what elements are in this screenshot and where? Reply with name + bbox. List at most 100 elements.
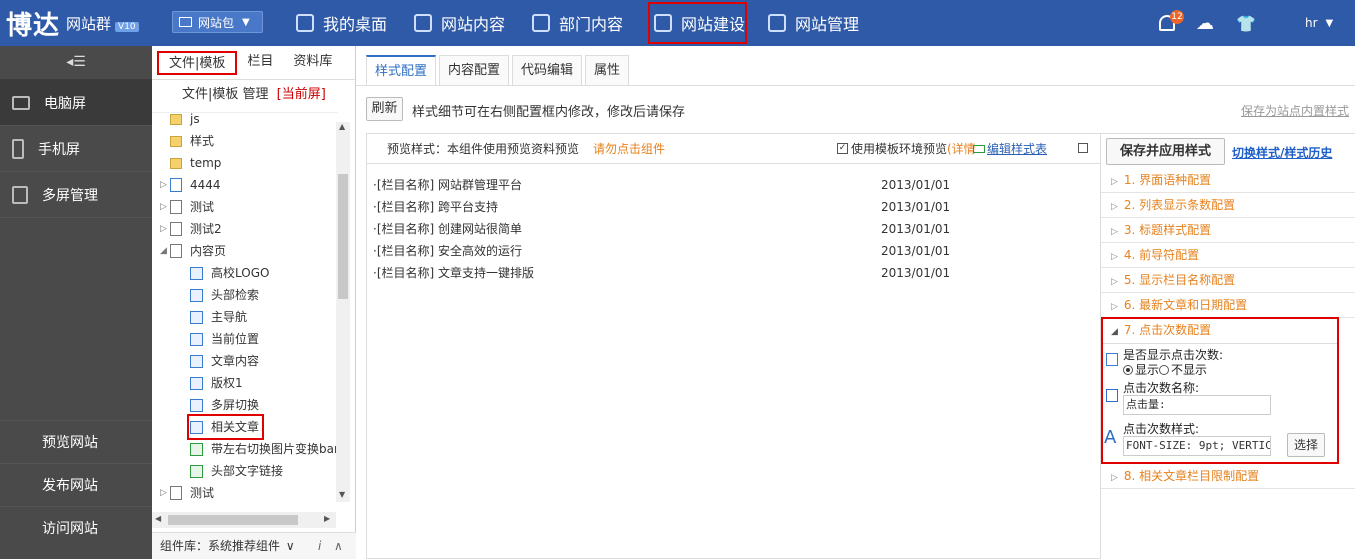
click-count-name-input[interactable]: 点击量: bbox=[1123, 395, 1271, 415]
collapse-icon[interactable]: ◢ bbox=[160, 241, 170, 261]
scroll-left-icon[interactable]: ◀ bbox=[155, 514, 161, 523]
nav-site-build[interactable]: 网站建设 bbox=[648, 2, 747, 44]
expand-icon[interactable]: ▷ bbox=[160, 175, 170, 195]
detail-link[interactable]: (详情 bbox=[947, 134, 976, 164]
tree-node[interactable]: ▷ 测试2 bbox=[160, 219, 222, 239]
sidebar-item-preview-site[interactable]: 预览网站 bbox=[0, 420, 152, 463]
sidebar-item-pc-screen[interactable]: 电脑屏 bbox=[0, 80, 152, 126]
page-icon bbox=[170, 244, 182, 258]
config-section-list-count[interactable]: ▷ 2. 列表显示条数配置 bbox=[1101, 193, 1355, 218]
sidebar-item-label: 发布网站 bbox=[42, 478, 98, 494]
config-section-column-name[interactable]: ▷ 5. 显示栏目名称配置 bbox=[1101, 268, 1355, 293]
tree-node[interactable]: 高校LOGO bbox=[190, 263, 269, 283]
tab-properties[interactable]: 属性 bbox=[585, 55, 630, 85]
cloud-button[interactable]: ☁ bbox=[1196, 0, 1214, 46]
config-section-title-style[interactable]: ▷ 3. 标题样式配置 bbox=[1101, 218, 1355, 243]
chevron-up-icon[interactable]: ∧ bbox=[334, 533, 343, 559]
tree-node[interactable]: ▷ 4444 bbox=[160, 175, 221, 195]
nav-desktop[interactable]: 我的桌面 bbox=[296, 0, 387, 46]
list-item-title: ·[栏目名称] 网站群管理平台 bbox=[373, 178, 522, 192]
config-section-latest-date[interactable]: ▷ 6. 最新文章和日期配置 bbox=[1101, 293, 1355, 318]
site-package-dropdown[interactable]: 网站包 ▼ bbox=[172, 11, 263, 33]
config-section-language[interactable]: ▷ 1. 界面语种配置 bbox=[1101, 168, 1355, 193]
choose-style-button[interactable]: 选择 bbox=[1287, 433, 1325, 457]
scroll-thumb[interactable] bbox=[168, 515, 298, 525]
skin-button[interactable]: 👕 bbox=[1236, 0, 1256, 46]
sidebar-item-mobile-screen[interactable]: 手机屏 bbox=[0, 126, 152, 172]
tree-node[interactable]: ▷ 测试 bbox=[160, 197, 214, 217]
component-green-icon bbox=[190, 442, 203, 456]
click-count-style-input[interactable]: FONT-SIZE: 9pt; VERTICAL bbox=[1123, 436, 1271, 456]
user-menu[interactable]: hr ▼ bbox=[1305, 0, 1333, 46]
radio-hide[interactable] bbox=[1159, 365, 1170, 375]
tree-node[interactable]: ▷ 测试 bbox=[160, 483, 214, 503]
nav-dept-content[interactable]: 部门内容 bbox=[532, 0, 623, 46]
tree-node[interactable]: 样式 bbox=[160, 131, 214, 151]
switch-style-link[interactable]: 切换样式/样式历史 bbox=[1232, 144, 1332, 161]
tree-horizontal-scrollbar[interactable]: ◀ ▶ bbox=[152, 512, 336, 528]
list-item-title: ·[栏目名称] 安全高效的运行 bbox=[373, 244, 522, 258]
expand-icon[interactable]: ▷ bbox=[160, 483, 170, 503]
tree-node[interactable]: 头部文字链接 bbox=[190, 461, 283, 481]
nav-site-content[interactable]: 网站内容 bbox=[414, 0, 505, 46]
info-icon[interactable]: i bbox=[318, 533, 321, 559]
tab-library[interactable]: 资料库 bbox=[283, 51, 342, 75]
use-template-env-checkbox[interactable]: ✓ bbox=[837, 143, 848, 154]
sidebar-item-multi-screen[interactable]: 多屏管理 bbox=[0, 172, 152, 218]
edit-stylesheet-link[interactable]: 编辑样式表 bbox=[987, 134, 1047, 164]
sidebar-item-label: 手机屏 bbox=[38, 141, 80, 158]
tree-node[interactable]: 头部检索 bbox=[190, 285, 259, 305]
refresh-button[interactable]: 刷新 bbox=[366, 97, 403, 121]
tab-code-edit[interactable]: 代码编辑 bbox=[512, 55, 583, 85]
sidebar-item-visit-site[interactable]: 访问网站 bbox=[0, 506, 152, 549]
tab-style-config[interactable]: 样式配置 bbox=[366, 55, 437, 85]
tree-node-label: 相关文章 bbox=[211, 420, 260, 434]
tree-tabs: 文件|模板 栏目 资料库 bbox=[152, 46, 355, 80]
list-item-date: 2013/01/01 bbox=[881, 200, 951, 214]
tree-node[interactable]: 主导航 bbox=[190, 307, 247, 327]
version-badge: V10 bbox=[115, 22, 139, 32]
save-preset-link[interactable]: 保存为站点内置样式 bbox=[1241, 102, 1349, 119]
scroll-down-icon[interactable]: ▼ bbox=[339, 490, 345, 499]
config-section-header[interactable]: ◢ 7. 点击次数配置 bbox=[1103, 319, 1337, 344]
config-section-label: 7. 点击次数配置 bbox=[1123, 323, 1212, 337]
expand-icon[interactable]: ▷ bbox=[160, 197, 170, 217]
tree-node[interactable]: ◢ 内容页 bbox=[160, 241, 226, 261]
tree-node[interactable]: js bbox=[160, 113, 200, 129]
expand-icon: ▷ bbox=[1111, 177, 1118, 187]
tree-node[interactable]: 版权1 bbox=[190, 373, 243, 393]
tree-node-selected[interactable]: 相关文章 bbox=[186, 414, 265, 440]
sidebar-item-publish-site[interactable]: 发布网站 bbox=[0, 463, 152, 506]
config-section-related-limit[interactable]: ▷ 8. 相关文章栏目限制配置 bbox=[1101, 464, 1355, 489]
tree-list: js 样式 temp ▷ 4444 ▷ 测试 ▷ 测试2 ◢ 内容页 高校LOGO 头部… bbox=[152, 112, 338, 512]
tab-file-template[interactable]: 文件|模板 bbox=[157, 50, 238, 75]
radio-show[interactable] bbox=[1123, 365, 1133, 375]
collapse-toggle[interactable]: ◂☰ bbox=[0, 46, 152, 80]
component-icon bbox=[190, 354, 203, 368]
chevron-down-icon: ▼ bbox=[242, 16, 250, 28]
scroll-up-icon[interactable]: ▲ bbox=[339, 122, 345, 131]
click-count-name-label: 点击次数名称: bbox=[1123, 381, 1200, 395]
tab-content-config[interactable]: 内容配置 bbox=[439, 55, 510, 85]
tab-column[interactable]: 栏目 bbox=[237, 51, 283, 75]
tree-node[interactable]: 文章内容 bbox=[190, 351, 259, 371]
tree-vertical-scrollbar[interactable]: ▲ ▼ bbox=[336, 122, 350, 502]
tree-node[interactable]: 当前位置 bbox=[190, 329, 259, 349]
config-section-leader[interactable]: ▷ 4. 前导符配置 bbox=[1101, 243, 1355, 268]
scroll-thumb[interactable] bbox=[338, 174, 348, 299]
maximize-icon[interactable] bbox=[1078, 143, 1088, 153]
component-icon bbox=[190, 376, 203, 390]
component-library-select[interactable]: 组件库：系统推荐组件 ∨ i ∧ bbox=[152, 532, 356, 559]
tree-node-label: 内容页 bbox=[190, 244, 227, 258]
scroll-right-icon[interactable]: ▶ bbox=[324, 514, 330, 523]
save-apply-button[interactable]: 保存并应用样式 bbox=[1106, 138, 1225, 165]
monitor-icon bbox=[12, 95, 30, 110]
list-item-date: 2013/01/01 bbox=[881, 222, 951, 236]
tree-node[interactable]: temp bbox=[160, 153, 221, 173]
nav-site-manage[interactable]: 网站管理 bbox=[768, 0, 859, 46]
preview-pane: 预览样式：本组件使用预览资料预览 请勿点击组件 ✓ 使用模板环境预览 (详情 编… bbox=[366, 133, 1101, 559]
tree-node[interactable]: 多屏切换 bbox=[190, 395, 259, 415]
tree-node[interactable]: 带左右切换图片变换ban bbox=[190, 439, 338, 459]
monitor-icon bbox=[768, 14, 786, 32]
expand-icon[interactable]: ▷ bbox=[160, 219, 170, 239]
